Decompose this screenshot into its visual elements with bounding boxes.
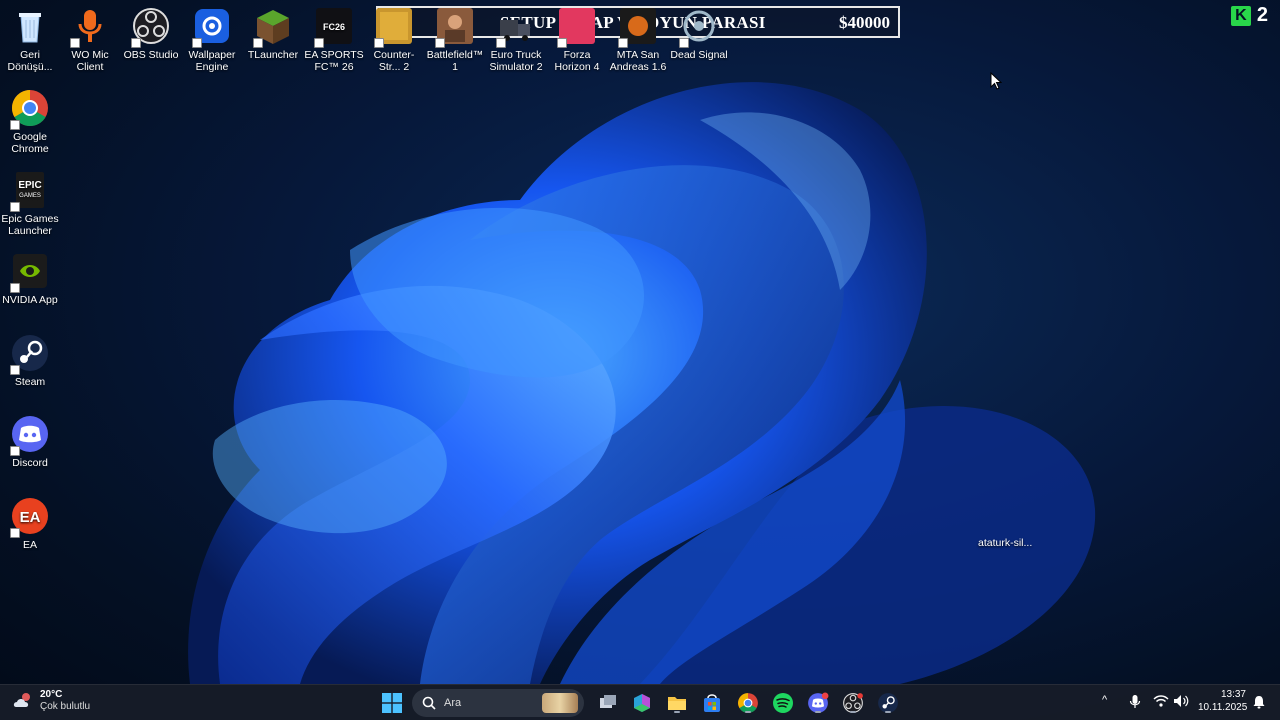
icon-label: Counter-Str... 2 (373, 49, 415, 73)
volume-icon[interactable] (1173, 694, 1189, 708)
taskbar-search[interactable]: Ara (412, 689, 584, 717)
forza-icon (557, 6, 597, 48)
desktop-file-label[interactable]: ataturk-sil... (978, 537, 1032, 549)
recycle-bin-icon (10, 6, 50, 46)
task-view-button[interactable] (596, 691, 620, 715)
icon-label: TLauncher (247, 49, 299, 61)
kick-icon: K (1230, 5, 1251, 26)
tray-chevron-icon[interactable]: ^ (1102, 694, 1107, 706)
wallpaper-bloom (188, 82, 1096, 684)
notification-bell-icon[interactable] (1252, 695, 1266, 709)
steam-icon (10, 333, 50, 375)
search-highlight-image (542, 693, 578, 713)
desktop-icon-tlauncher[interactable]: TLauncher (243, 6, 303, 61)
icon-label: Euro Truck Simulator 2 (489, 49, 543, 73)
ea-icon: EA (10, 496, 50, 538)
icon-label: Geri Dönüşü... (7, 49, 53, 73)
discord-taskbar-button[interactable] (806, 691, 830, 715)
obs-taskbar-button[interactable] (841, 691, 865, 715)
steam-taskbar-button[interactable] (876, 691, 900, 715)
icon-label: Wallpaper Engine (188, 49, 236, 73)
icon-label: Forza Horizon 4 (554, 49, 600, 73)
icon-label: Discord (12, 457, 48, 469)
kick-count: 2 (1256, 4, 1268, 26)
desktop-icon-mta[interactable]: MTA San Andreas 1.6 (608, 6, 668, 73)
clock-date: 10.11.2025 (1198, 702, 1248, 713)
discord-icon (10, 414, 50, 456)
weather-widget[interactable]: 20°C Çok bulutlu (12, 689, 90, 713)
banner-right-amount: $40000 (839, 13, 890, 32)
desktop-icon-euro-truck[interactable]: Euro Truck Simulator 2 (486, 6, 546, 73)
counter-strike-icon (374, 6, 414, 48)
store-icon (704, 694, 720, 712)
icon-label: Epic Games Launcher (1, 213, 59, 237)
icon-label: Google Chrome (11, 131, 49, 155)
system-clock[interactable]: 13:37 10.11.2025 (1198, 688, 1248, 714)
weather-temp: 20°C (40, 689, 63, 700)
microsoft-365-button[interactable] (630, 691, 654, 715)
desktop-icon-epic[interactable]: EPIC GAMES Epic Games Launcher (0, 170, 60, 237)
desktop-icon-recycle-bin[interactable]: Geri Dönüşü... (0, 6, 60, 73)
desktop-icon-nvidia[interactable]: NVIDIA App (0, 251, 60, 306)
svg-text:FC26: FC26 (323, 22, 345, 32)
clock-time: 13:37 (1220, 689, 1246, 700)
kick-badge: K 2 (1230, 4, 1268, 27)
chrome-taskbar-button[interactable] (736, 691, 760, 715)
nvidia-icon (10, 251, 50, 293)
spotify-button[interactable] (771, 691, 795, 715)
icon-label: Steam (14, 376, 46, 388)
icon-label: WO Mic Client (71, 49, 109, 73)
icon-label: MTA San Andreas 1.6 (609, 49, 667, 73)
minecraft-block-icon (253, 6, 293, 48)
desktop-icon-wo-mic[interactable]: WO Mic Client (60, 6, 120, 73)
taskbar: 20°C Çok bulutlu Ara ^ 13:37 10.11.2025 (0, 684, 1280, 720)
icon-label: NVIDIA App (2, 294, 58, 306)
microsoft-365-icon (634, 694, 650, 712)
icon-label: OBS Studio (123, 49, 179, 61)
desktop-icon-ea-fc26[interactable]: FC26 EA SPORTS FC™ 26 (304, 6, 364, 73)
svg-text:EPIC: EPIC (18, 180, 41, 191)
wallpaper-engine-icon (192, 6, 232, 48)
obs-icon (131, 6, 171, 48)
desktop-icon-forza[interactable]: Forza Horizon 4 (547, 6, 607, 73)
desktop-icon-dead-signal[interactable]: Dead Signal (669, 6, 729, 61)
mta-icon (618, 6, 658, 48)
search-icon (422, 696, 436, 710)
weather-desc: Çok bulutlu (40, 701, 91, 712)
spotify-icon (773, 693, 793, 713)
desktop-icon-ea[interactable]: EA EA (0, 496, 60, 551)
microphone-icon (70, 6, 110, 48)
wifi-icon[interactable] (1153, 694, 1169, 708)
search-placeholder: Ara (444, 697, 462, 709)
icon-label: Dead Signal (670, 49, 728, 61)
desktop-icon-steam[interactable]: Steam (0, 333, 60, 388)
svg-text:EA: EA (20, 509, 41, 526)
desktop-icon-chrome[interactable]: Google Chrome (0, 88, 60, 155)
chrome-icon (10, 88, 50, 130)
ea-fc-icon: FC26 (314, 6, 354, 48)
file-explorer-button[interactable] (665, 691, 689, 715)
cloud-icon (13, 693, 30, 707)
start-button[interactable] (380, 691, 404, 715)
windows-icon (382, 693, 402, 713)
desktop-icon-discord[interactable]: Discord (0, 414, 60, 469)
desktop-icon-counter-strike[interactable]: Counter-Str... 2 (364, 6, 424, 73)
epic-games-icon: EPIC GAMES (10, 170, 50, 212)
microsoft-store-button[interactable] (700, 691, 724, 715)
svg-text:GAMES: GAMES (19, 193, 41, 199)
microphone-icon[interactable] (1129, 694, 1141, 710)
icon-label: EA (22, 539, 37, 551)
desktop-icon-wallpaper-engine[interactable]: Wallpaper Engine (182, 6, 242, 73)
task-view-icon (600, 695, 616, 708)
desktop-icon-obs[interactable]: OBS Studio (121, 6, 181, 61)
dead-signal-icon (679, 6, 719, 48)
battlefield-icon (435, 6, 475, 48)
desktop-icon-battlefield[interactable]: Battlefield™ 1 (425, 6, 485, 73)
icon-label: EA SPORTS FC™ 26 (304, 49, 364, 73)
truck-icon (496, 6, 536, 48)
icon-label: Battlefield™ 1 (426, 49, 484, 73)
mouse-cursor-icon (990, 72, 1002, 90)
